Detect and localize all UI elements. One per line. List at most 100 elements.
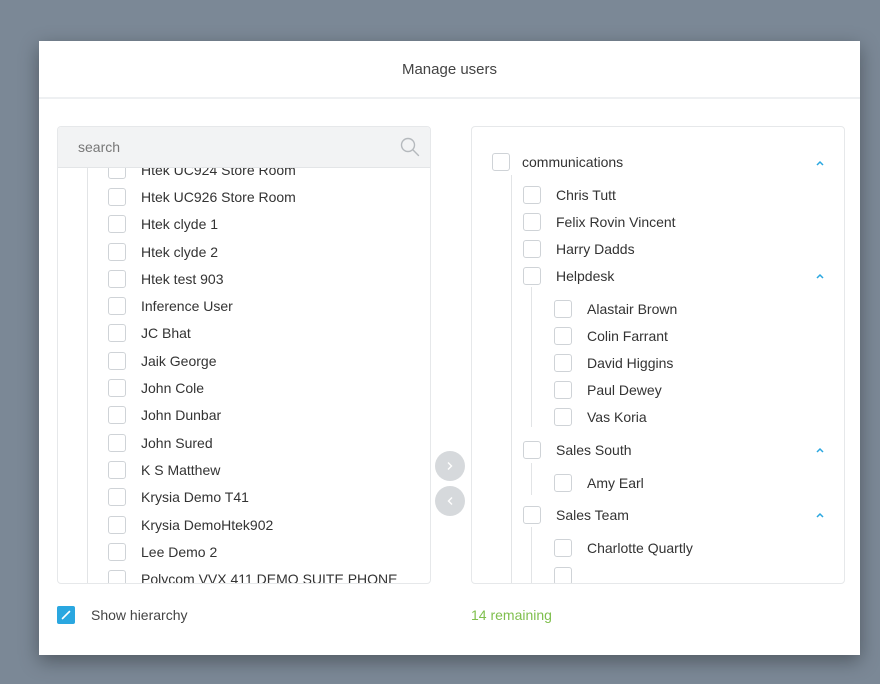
checkbox[interactable]	[492, 153, 510, 171]
chevron-left-icon	[447, 497, 453, 505]
user-list-item[interactable]: Krysia DemoHtek902	[108, 511, 397, 538]
tree-node-label: Vas Koria	[587, 409, 647, 425]
checkbox[interactable]	[554, 408, 572, 426]
checkbox[interactable]	[108, 187, 126, 206]
user-list-item[interactable]: Htek UC924 Store Room	[108, 168, 397, 183]
chevron-up-icon[interactable]	[813, 443, 827, 457]
checkbox[interactable]	[108, 515, 126, 534]
selected-users-panel: communications Chris Tutt Felix Rovin Vi…	[471, 126, 845, 584]
checkbox[interactable]	[554, 327, 572, 345]
user-list-item-label: Htek test 903	[141, 270, 224, 287]
user-list-item-label: John Cole	[141, 380, 205, 397]
hierarchy-line	[87, 168, 88, 583]
checkbox[interactable]	[554, 381, 572, 399]
user-list-item[interactable]: Krysia Demo T41	[108, 484, 397, 511]
tree-node-member[interactable]: Alastair Brown	[554, 298, 677, 320]
checkbox[interactable]	[108, 351, 126, 370]
show-hierarchy-label[interactable]: Show hierarchy	[91, 606, 188, 624]
tree-node-label: Charlotte Quartly	[587, 540, 693, 556]
user-list-item[interactable]: Htek clyde 1	[108, 211, 397, 238]
user-list-item-label: Htek clyde 1	[141, 216, 219, 233]
user-list-item[interactable]: John Sured	[108, 429, 397, 456]
tree-node-member[interactable]: Chris Tutt	[523, 184, 616, 206]
chevron-up-icon[interactable]	[813, 156, 827, 170]
tree-node-label: Colin Farrant	[587, 328, 668, 344]
user-list-item-label: Htek clyde 2	[141, 243, 219, 260]
user-list-item[interactable]: Lee Demo 2	[108, 538, 397, 565]
checkbox[interactable]	[523, 240, 541, 258]
tree-node-group-helpdesk[interactable]: Helpdesk	[523, 265, 614, 287]
checkbox[interactable]	[554, 474, 572, 492]
user-list-item-label: John Dunbar	[141, 407, 222, 424]
checkbox[interactable]	[108, 406, 126, 425]
tree-line	[531, 463, 532, 495]
tree-node-member[interactable]: Paul Dewey	[554, 379, 662, 401]
move-right-button[interactable]	[435, 451, 465, 481]
chevron-right-icon	[447, 462, 453, 470]
search-input[interactable]	[58, 127, 418, 167]
user-list-item-label: Krysia DemoHtek902	[141, 516, 274, 533]
checkbox[interactable]	[108, 460, 126, 479]
tree-node-communications[interactable]: communications	[492, 151, 623, 173]
checkbox[interactable]	[108, 269, 126, 288]
tree-node-group-sales-south[interactable]: Sales South	[523, 439, 632, 461]
checkbox[interactable]	[108, 168, 126, 179]
checkbox[interactable]	[554, 354, 572, 372]
checkbox[interactable]	[523, 186, 541, 204]
user-list-item-label: Lee Demo 2	[141, 543, 218, 560]
tree-node-group-sales-team[interactable]: Sales Team	[523, 504, 629, 526]
user-list-item[interactable]: JC Bhat	[108, 320, 397, 347]
tree-node-member[interactable]	[554, 565, 572, 583]
tree-node-member[interactable]: David Higgins	[554, 352, 673, 374]
user-list-item[interactable]: John Cole	[108, 374, 397, 401]
tree-node-label: Sales Team	[556, 507, 629, 523]
user-list-item[interactable]: Polycom VVX 411 DEMO SUITE PHONE	[108, 565, 397, 583]
checkbox[interactable]	[523, 213, 541, 231]
checkbox[interactable]	[108, 542, 126, 561]
checkbox[interactable]	[108, 324, 126, 343]
checkbox[interactable]	[554, 539, 572, 557]
available-users-list[interactable]: Htek UC924 Store Room Htek UC926 Store Ro…	[58, 168, 430, 583]
user-list-item[interactable]: Htek clyde 2	[108, 238, 397, 265]
tree-node-member[interactable]: Harry Dadds	[523, 238, 635, 260]
search-icon[interactable]	[400, 137, 420, 157]
user-list-item[interactable]: Htek UC926 Store Room	[108, 183, 397, 210]
chevron-up-icon[interactable]	[813, 508, 827, 522]
checkbox[interactable]	[108, 570, 126, 583]
checkbox[interactable]	[108, 215, 126, 234]
tree-node-label: Harry Dadds	[556, 241, 635, 257]
tree-node-label: Felix Rovin Vincent	[556, 214, 676, 230]
checkbox[interactable]	[108, 433, 126, 452]
move-left-button[interactable]	[435, 486, 465, 516]
user-list-item[interactable]: Inference User	[108, 292, 397, 319]
tree-node-label: David Higgins	[587, 355, 674, 371]
tree-node-label: Helpdesk	[556, 268, 615, 284]
tree-node-member[interactable]: Charlotte Quartly	[554, 537, 693, 559]
tree-node-member[interactable]: Felix Rovin Vincent	[523, 211, 676, 233]
user-list-item-label: K S Matthew	[141, 461, 221, 478]
user-list-item[interactable]: Htek test 903	[108, 265, 397, 292]
user-list-item[interactable]: K S Matthew	[108, 456, 397, 483]
checkbox[interactable]	[108, 488, 126, 507]
user-list-item[interactable]: John Dunbar	[108, 402, 397, 429]
checkbox[interactable]	[554, 300, 572, 318]
show-hierarchy-checkbox[interactable]	[57, 606, 75, 624]
tree-node-member[interactable]: Vas Koria	[554, 406, 647, 428]
checkbox[interactable]	[108, 297, 126, 316]
user-list-item-label: John Sured	[141, 434, 213, 451]
checkbox[interactable]	[108, 379, 126, 398]
search-box	[58, 127, 430, 168]
checkbox[interactable]	[554, 567, 572, 583]
tree-node-label: Amy Earl	[587, 475, 644, 491]
tree-line	[511, 175, 512, 583]
user-list-item-label: Krysia Demo T41	[141, 489, 249, 506]
checkbox[interactable]	[523, 506, 541, 524]
chevron-up-icon[interactable]	[813, 269, 827, 283]
checkbox[interactable]	[523, 441, 541, 459]
user-list-item[interactable]: Jaik George	[108, 347, 397, 374]
checkbox[interactable]	[108, 242, 126, 261]
tree-node-member[interactable]: Colin Farrant	[554, 325, 668, 347]
checkbox[interactable]	[523, 267, 541, 285]
tree-node-member[interactable]: Amy Earl	[554, 472, 644, 494]
tree-node-label: communications	[522, 154, 624, 170]
